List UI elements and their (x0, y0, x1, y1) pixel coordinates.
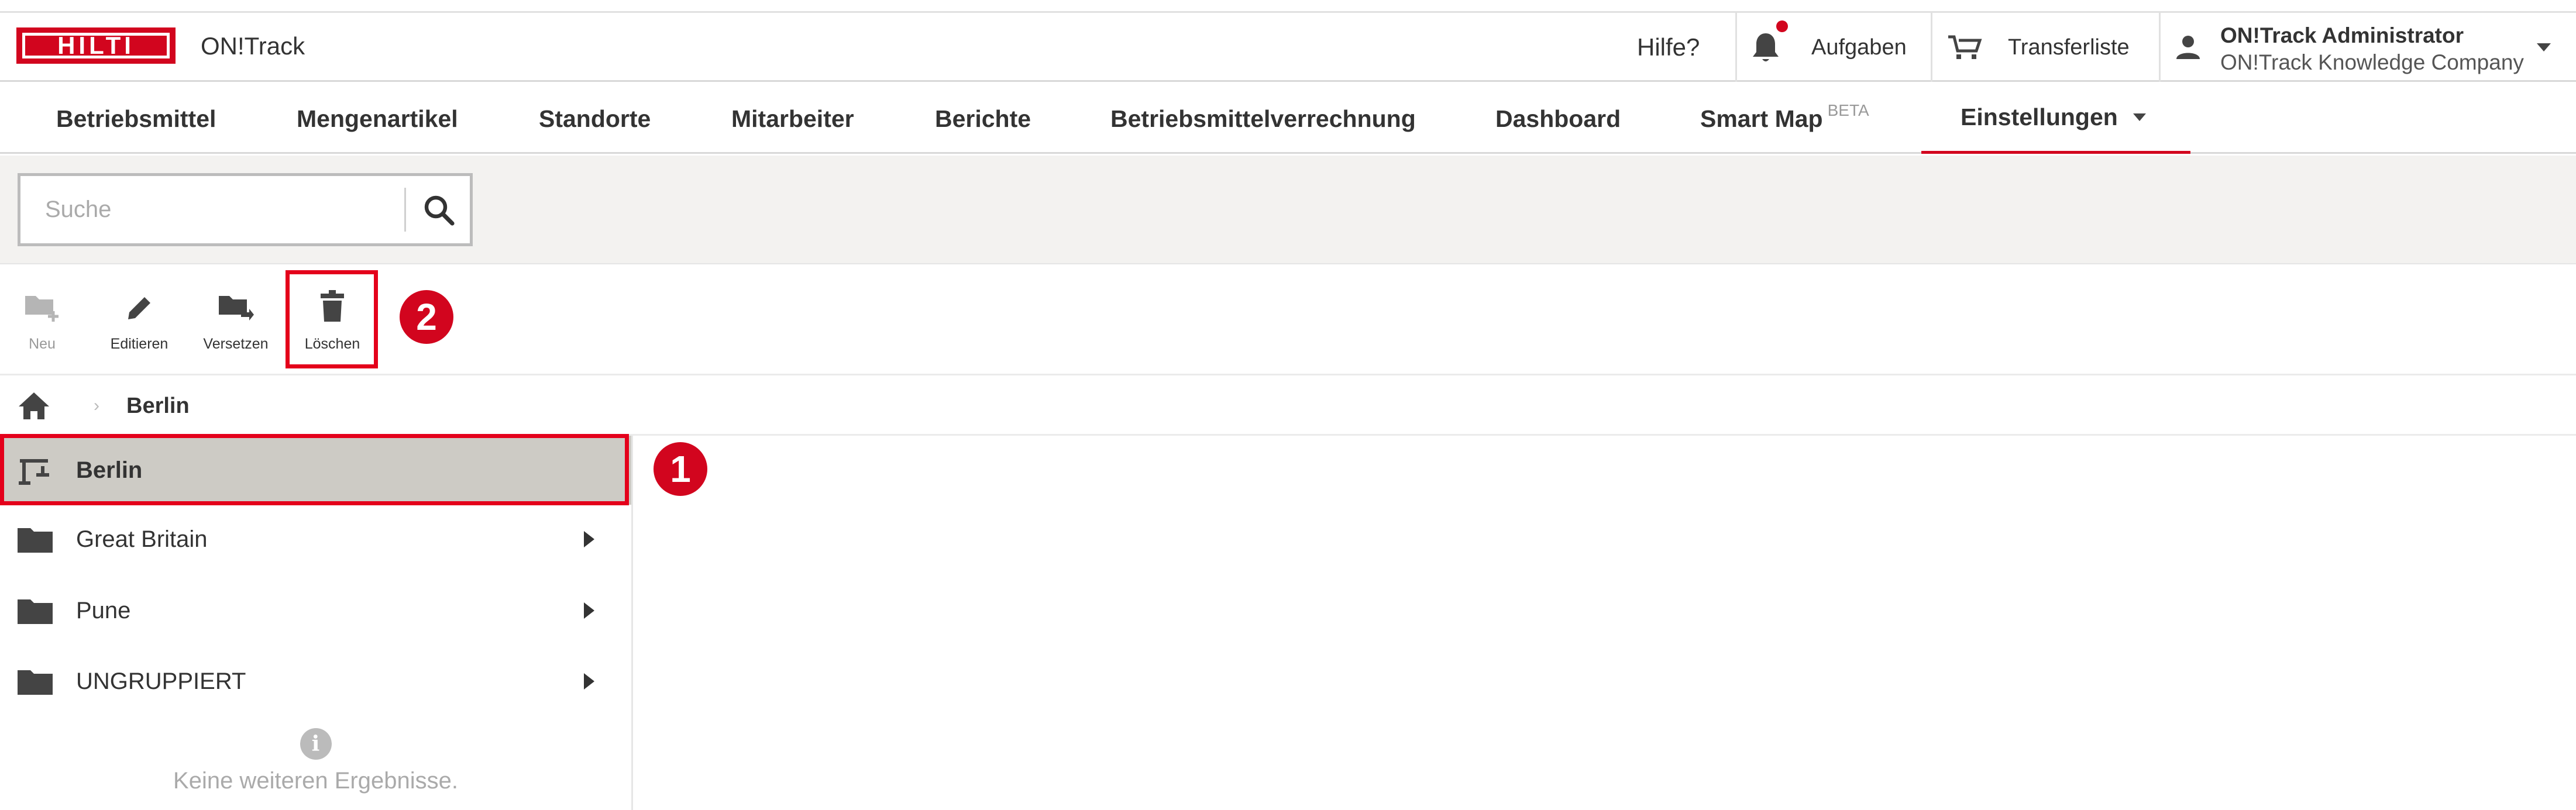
folder-move-icon (219, 296, 254, 320)
search-input[interactable] (20, 176, 404, 243)
breadcrumb: › Berlin (0, 377, 2576, 436)
main-nav: Betriebsmittel Mengenartikel Standorte M… (0, 84, 2576, 154)
chevron-right-icon[interactable] (584, 602, 594, 619)
breadcrumb-separator: › (94, 396, 99, 415)
tree-item-great-britain[interactable]: Great Britain (0, 505, 631, 574)
delete-highlight-box (286, 270, 378, 368)
user-icon[interactable] (2175, 13, 2201, 82)
breadcrumb-current: Berlin (126, 394, 190, 418)
nav-item-berichte[interactable]: Berichte (923, 84, 1043, 154)
cart-icon[interactable] (1947, 13, 1983, 82)
nav-item-standorte[interactable]: Standorte (527, 84, 662, 154)
step-badge-1: 1 (654, 442, 707, 496)
nav-item-einstellungen[interactable]: Einstellungen (1921, 84, 2190, 154)
header-divider (1735, 13, 1737, 82)
app-title: ON!Track (201, 32, 305, 60)
tree-item-ungruppiert[interactable]: UNGRUPPIERT (0, 647, 631, 716)
action-toolbar: Neu Editieren Versetzen Löschen 2 (0, 264, 2576, 375)
top-strip (0, 0, 2576, 13)
search-icon (424, 195, 455, 226)
app-header: HILTI ON!Track Hilfe? Aufgaben Transferl… (0, 13, 2576, 82)
no-more-results: i Keine weiteren Ergebnisse. (0, 728, 631, 794)
step-badge-2: 2 (400, 290, 453, 344)
nav-item-dashboard[interactable]: Dashboard (1484, 84, 1632, 154)
beta-badge: BETA (1827, 101, 1869, 119)
chevron-down-icon (2133, 113, 2146, 121)
search-box (18, 173, 473, 246)
header-divider (2159, 13, 2161, 82)
notification-dot (1776, 20, 1788, 32)
user-company: ON!Track Knowledge Company (2220, 50, 2524, 74)
search-area (0, 156, 2576, 264)
search-divider (404, 188, 406, 232)
user-name: ON!Track Administrator (2220, 23, 2464, 47)
help-link[interactable]: Hilfe? (1637, 13, 1700, 82)
chevron-right-icon[interactable] (584, 531, 594, 547)
berlin-highlight-box (0, 434, 629, 505)
nav-item-smart-map[interactable]: Smart Map BETA (1688, 84, 1881, 154)
user-menu[interactable]: ON!Track Administrator ON!Track Knowledg… (2220, 23, 2524, 75)
edit-button[interactable]: Editieren (98, 276, 180, 364)
folder-add-icon (25, 296, 59, 322)
info-icon: i (300, 728, 332, 760)
nav-item-mengenartikel[interactable]: Mengenartikel (285, 84, 470, 154)
hilti-logo[interactable]: HILTI (16, 27, 176, 64)
pencil-icon (128, 297, 150, 319)
search-button[interactable] (415, 188, 462, 232)
tree-item-pune[interactable]: Pune (0, 576, 631, 645)
folder-icon (18, 528, 53, 553)
nav-item-mitarbeiter[interactable]: Mitarbeiter (720, 84, 866, 154)
home-icon[interactable] (18, 391, 50, 423)
transfer-list-link[interactable]: Transferliste (2008, 13, 2130, 82)
new-button[interactable]: Neu (1, 276, 83, 364)
chevron-down-icon[interactable] (2537, 43, 2551, 51)
header-divider (1931, 13, 1932, 82)
folder-icon (18, 599, 53, 624)
tasks-link[interactable]: Aufgaben (1811, 13, 1907, 82)
nav-item-betriebsmittel[interactable]: Betriebsmittel (44, 84, 228, 154)
move-button[interactable]: Versetzen (195, 276, 277, 364)
folder-icon (18, 670, 53, 695)
chevron-right-icon[interactable] (584, 673, 594, 690)
nav-item-betriebsmittelverrechnung[interactable]: Betriebsmittelverrechnung (1099, 84, 1428, 154)
